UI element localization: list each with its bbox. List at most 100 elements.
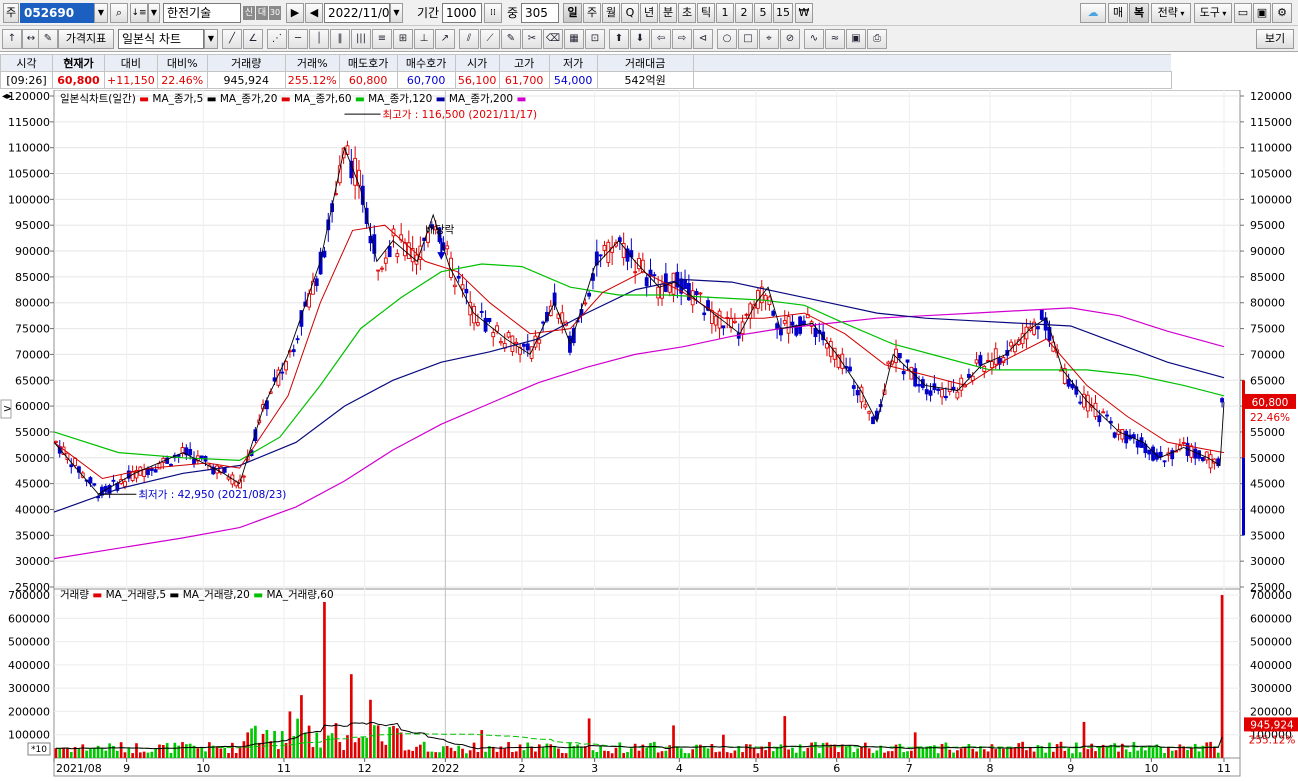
parallel-line-icon[interactable]: ‖ bbox=[330, 29, 350, 49]
arrow-left-icon[interactable]: ⇦ bbox=[651, 29, 671, 49]
candle-body bbox=[123, 481, 127, 487]
arrow-up-icon[interactable]: ⬆ bbox=[609, 29, 629, 49]
period-button-1[interactable]: 주 bbox=[583, 3, 601, 23]
channel-icon[interactable]: ⫽ bbox=[459, 29, 479, 49]
price-axis-label-right: 65000 bbox=[1250, 374, 1285, 387]
chart-type-select[interactable]: 일본식 차트 bbox=[118, 29, 204, 49]
candle-body bbox=[537, 339, 542, 344]
crosshair-icon[interactable]: ⌖ bbox=[759, 29, 779, 49]
volume-bar bbox=[944, 742, 948, 758]
period-button-8[interactable]: 1 bbox=[716, 3, 734, 23]
edit-icon[interactable]: ✎ bbox=[38, 29, 58, 49]
volume-axis-label-right: 500000 bbox=[1250, 636, 1292, 649]
grid-tool-icon[interactable]: ⊞ bbox=[393, 29, 413, 49]
date-input[interactable]: 2022/11/01 bbox=[324, 3, 390, 23]
sort-icon[interactable]: ↓≡ bbox=[130, 3, 148, 23]
candle-body bbox=[464, 288, 469, 294]
currency-icon[interactable]: ₩ bbox=[795, 3, 813, 23]
tools-button[interactable]: 도구 ▾ bbox=[1194, 3, 1232, 23]
eraser-icon[interactable]: ⌫ bbox=[543, 29, 563, 49]
candle-body bbox=[142, 468, 147, 478]
candle-body bbox=[1036, 326, 1040, 330]
volume-bar bbox=[863, 742, 867, 758]
settings-icon[interactable]: ⚙ bbox=[1272, 3, 1292, 23]
period-button-0[interactable]: 일 bbox=[563, 3, 582, 23]
layout-icon[interactable]: ▣ bbox=[846, 29, 866, 49]
volume-bar bbox=[764, 750, 767, 758]
count-input[interactable]: 305 bbox=[521, 3, 559, 23]
period-button-7[interactable]: 틱 bbox=[697, 3, 715, 23]
scroll-up-icon[interactable]: ↑ bbox=[2, 29, 22, 49]
wave-icon[interactable]: ∿ bbox=[804, 29, 824, 49]
period-button-5[interactable]: 분 bbox=[659, 3, 677, 23]
buy-button[interactable]: 매 bbox=[1108, 3, 1128, 23]
vertical-line-icon[interactable]: │ bbox=[309, 29, 329, 49]
date-dropdown-icon[interactable]: ▼ bbox=[390, 3, 403, 23]
box-tool-icon[interactable]: ▦ bbox=[564, 29, 584, 49]
volume-bar bbox=[936, 753, 940, 758]
search-icon[interactable]: ⌕ bbox=[110, 3, 128, 23]
market-mode-button[interactable]: 주 bbox=[3, 3, 19, 23]
arrow-down-icon[interactable]: ⬇ bbox=[630, 29, 650, 49]
volume-bar bbox=[733, 750, 737, 758]
cross-line-icon[interactable]: ⊥ bbox=[414, 29, 434, 49]
volume-bar bbox=[445, 745, 449, 758]
approx-icon[interactable]: ≈ bbox=[825, 29, 845, 49]
select-icon[interactable]: ⊡ bbox=[585, 29, 605, 49]
angle-line-icon[interactable]: ∠ bbox=[243, 29, 263, 49]
arrow-up-right-icon[interactable]: ↗ bbox=[435, 29, 455, 49]
period-line-icon[interactable]: ||| bbox=[351, 29, 371, 49]
zoom-icon[interactable]: ⊘ bbox=[780, 29, 800, 49]
volume-bar bbox=[1063, 750, 1067, 758]
ray-line-icon[interactable]: ⟋ bbox=[480, 29, 500, 49]
print-icon[interactable]: ⎙ bbox=[867, 29, 887, 49]
volume-multiplier-text: *10 bbox=[31, 745, 47, 755]
period-button-6[interactable]: 초 bbox=[678, 3, 696, 23]
trend-line-icon[interactable]: ╱ bbox=[222, 29, 242, 49]
indicator-button[interactable]: 가격지표 bbox=[58, 29, 114, 49]
price-axis-label-left: 120000 bbox=[8, 90, 50, 103]
code-dropdown-icon[interactable]: ▼ bbox=[94, 3, 108, 23]
stock-code-input[interactable]: 052690 bbox=[20, 3, 94, 23]
period-button-10[interactable]: 5 bbox=[754, 3, 772, 23]
x-axis-label: 10 bbox=[1144, 762, 1158, 775]
today-range-red bbox=[1242, 380, 1245, 458]
marker-icon[interactable]: ⊲ bbox=[693, 29, 713, 49]
period-button-11[interactable]: 15 bbox=[773, 3, 793, 23]
save-icon[interactable]: ▣ bbox=[1253, 3, 1271, 23]
price-axis-label-right: 70000 bbox=[1250, 348, 1285, 361]
sort-dropdown-icon[interactable]: ▼ bbox=[148, 3, 160, 23]
horizontal-line-icon[interactable]: ─ bbox=[288, 29, 308, 49]
view-button[interactable]: 보기 bbox=[1256, 29, 1294, 49]
volume-bar bbox=[725, 752, 729, 758]
pen-icon[interactable]: ✎ bbox=[501, 29, 521, 49]
price-axis-label-right: 110000 bbox=[1250, 142, 1292, 155]
multi-button[interactable]: 복 bbox=[1129, 3, 1149, 23]
cut-icon[interactable]: ✂ bbox=[522, 29, 542, 49]
period-button-2[interactable]: 월 bbox=[602, 3, 620, 23]
play-icon[interactable]: ▶ bbox=[286, 3, 304, 23]
chart-type-dropdown-icon[interactable]: ▼ bbox=[204, 29, 218, 49]
volume-bar bbox=[1136, 750, 1140, 758]
period-button-3[interactable]: Q bbox=[621, 3, 639, 23]
volume-bar bbox=[603, 750, 606, 758]
volume-bar bbox=[986, 751, 990, 758]
open-folder-icon[interactable]: ▭ bbox=[1234, 3, 1252, 23]
arrow-right-icon[interactable]: ⇨ bbox=[672, 29, 692, 49]
strategy-button[interactable]: 전략 ▾ bbox=[1151, 3, 1191, 23]
grid-icon[interactable]: ⁞⁞ bbox=[484, 3, 502, 23]
fan-line-icon[interactable]: ⋰ bbox=[267, 29, 287, 49]
step-back-icon[interactable]: ◀ bbox=[305, 3, 323, 23]
volume-bar bbox=[691, 749, 695, 758]
cloud-icon[interactable]: ☁ bbox=[1080, 3, 1106, 23]
period-input[interactable]: 1000 bbox=[442, 3, 482, 23]
fibonacci-icon[interactable]: ≡ bbox=[372, 29, 392, 49]
candle-body bbox=[88, 477, 93, 484]
volume-bar bbox=[768, 742, 771, 758]
volume-bar bbox=[484, 751, 487, 758]
period-button-4[interactable]: 년 bbox=[640, 3, 658, 23]
circle-icon[interactable]: ○ bbox=[717, 29, 737, 49]
square-icon[interactable]: □ bbox=[738, 29, 758, 49]
period-button-9[interactable]: 2 bbox=[735, 3, 753, 23]
stock-name-field[interactable]: 한전기술 bbox=[163, 3, 241, 23]
